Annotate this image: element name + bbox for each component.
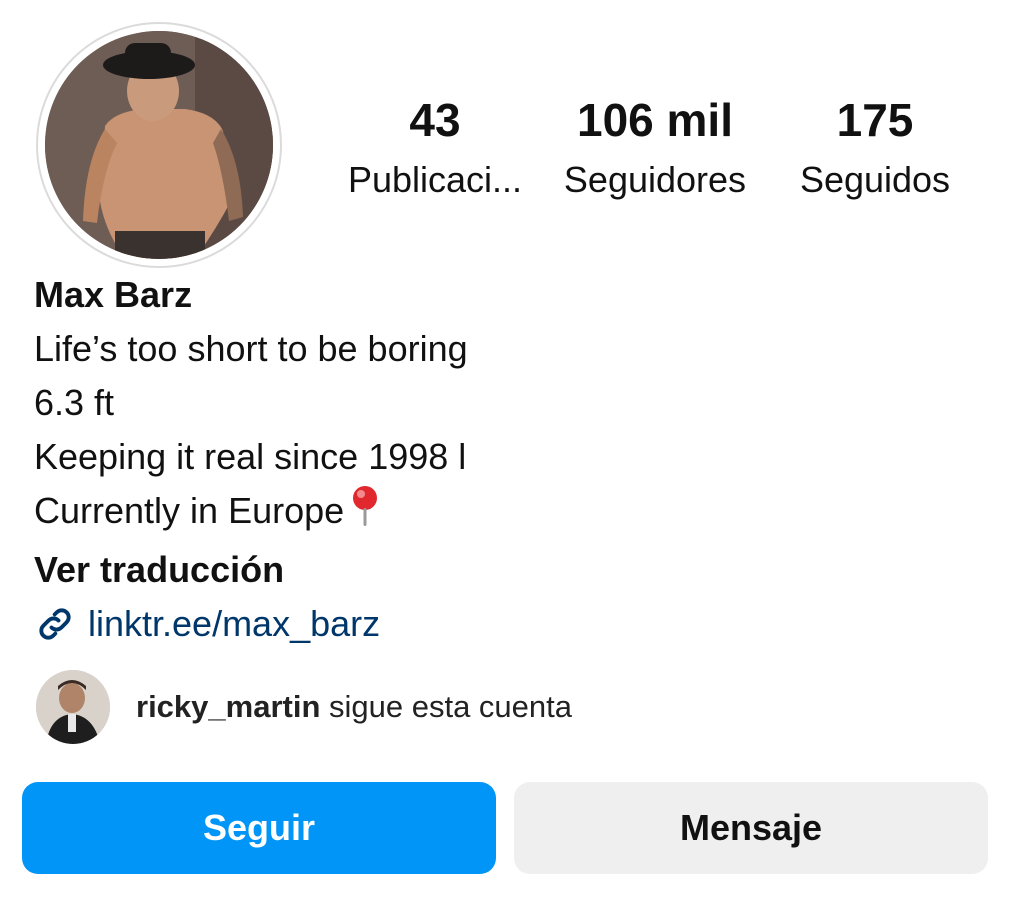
see-translation-link[interactable]: Ver traducción <box>34 543 934 597</box>
mutual-follower-text: ricky_martin sigue esta cuenta <box>136 689 572 725</box>
link-chain-icon <box>34 603 76 645</box>
bio-line-1: Life’s too short to be boring <box>34 328 468 369</box>
followers-count: 106 mil <box>577 94 733 146</box>
stat-followers[interactable]: 106 mil Seguidores <box>550 88 760 208</box>
followers-label: Seguidores <box>563 159 747 200</box>
stat-posts[interactable]: 43 Publicaci... <box>330 88 540 208</box>
profile-link-text: linktr.ee/max_barz <box>88 603 381 644</box>
profile-avatar[interactable] <box>45 31 273 259</box>
profile-bio: Max Barz Life’s too short to be boring 6… <box>34 268 934 651</box>
bio-line-4-text: Currently in Europe <box>34 490 345 532</box>
bio-line-2: 6.3 ft <box>34 382 115 423</box>
mutual-caption: sigue esta cuenta <box>320 689 573 724</box>
bio-line-3: Keeping it real since 1998 l <box>34 436 467 477</box>
profile-link[interactable]: linktr.ee/max_barz <box>34 597 934 651</box>
round-pushpin-icon <box>348 484 382 543</box>
following-label: Seguidos <box>799 159 951 200</box>
follow-button[interactable]: Seguir <box>22 782 496 874</box>
mutual-follower-avatar[interactable] <box>36 670 110 744</box>
profile-photo-graphic <box>45 31 273 259</box>
profile-avatar-ring[interactable] <box>36 22 282 268</box>
following-count: 175 <box>836 94 914 146</box>
profile-stats: 43 Publicaci... 106 mil Seguidores 175 S… <box>330 88 980 218</box>
bio-line-4: Currently in Europe <box>34 484 934 543</box>
profile-name: Max Barz <box>34 274 193 315</box>
mutual-username[interactable]: ricky_martin <box>136 689 320 724</box>
posts-count: 43 <box>409 94 461 146</box>
mutual-follower[interactable]: ricky_martin sigue esta cuenta <box>36 670 572 744</box>
stat-following[interactable]: 175 Seguidos <box>780 88 970 208</box>
message-button[interactable]: Mensaje <box>514 782 988 874</box>
posts-label: Publicaci... <box>347 159 523 200</box>
